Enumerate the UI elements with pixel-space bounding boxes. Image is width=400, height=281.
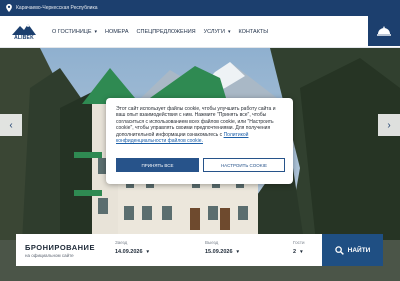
chevron-left-icon: ‹ <box>9 119 13 131</box>
guests-field[interactable]: Гости 2 ▾ <box>293 240 304 255</box>
nav-item-offers[interactable]: Спецпредложения <box>133 29 200 35</box>
nav-item-services[interactable]: Услуги ▾ <box>200 29 235 35</box>
booking-subtitle: на официальном сайте <box>25 252 74 258</box>
checkout-value: 15.09.2026 <box>205 249 233 255</box>
chevron-down-icon: ▾ <box>146 249 150 255</box>
hotel-logo[interactable]: ALIBEK <box>10 18 38 46</box>
nav-item-label: Номера <box>105 28 129 35</box>
checkin-label: Заезд <box>115 240 128 245</box>
checkin-value-row: 14.09.2026 ▾ <box>115 249 149 255</box>
accept-all-button[interactable]: Принять все <box>116 158 199 172</box>
checkout-value-row: 15.09.2026 ▾ <box>205 249 239 255</box>
chevron-down-icon: ▾ <box>227 28 231 35</box>
slider-next-button[interactable]: › <box>378 114 400 136</box>
checkout-label: Выезд <box>205 240 219 245</box>
chevron-down-icon: ▾ <box>94 28 98 35</box>
main-nav: О гостинице ▾ Номера Спецпредложения Усл… <box>48 29 272 35</box>
checkout-field[interactable]: Выезд 15.09.2026 ▾ <box>205 240 239 255</box>
cookie-consent-dialog: Этот сайт использует файлы cookie, чтобы… <box>106 98 293 184</box>
map-pin-icon <box>6 4 12 12</box>
nav-item-label: Контакты <box>238 28 269 35</box>
chevron-right-icon: › <box>387 119 391 131</box>
guests-label: Гости <box>293 240 305 245</box>
service-bell-icon <box>377 26 391 36</box>
checkin-value: 14.09.2026 <box>115 249 143 255</box>
mountain-logo-icon <box>12 23 36 35</box>
cookie-message: Этот сайт использует файлы cookie, чтобы… <box>116 106 276 138</box>
nav-item-label: Услуги <box>203 28 225 35</box>
nav-item-contacts[interactable]: Контакты <box>234 29 272 35</box>
top-info-bar: Карачаево-Черкесская Республика <box>0 0 400 16</box>
checkin-field[interactable]: Заезд 14.09.2026 ▾ <box>115 240 149 255</box>
chevron-down-icon: ▾ <box>300 249 303 255</box>
booking-title-block: Бронирование на официальном сайте <box>16 243 112 258</box>
search-icon <box>334 245 344 255</box>
booking-widget: Бронирование на официальном сайте Заезд … <box>16 234 322 266</box>
reception-button[interactable] <box>368 16 400 46</box>
cookie-text: Этот сайт использует файлы cookie, чтобы… <box>116 106 283 144</box>
find-button-label: Найти <box>347 246 371 254</box>
nav-item-label: Спецпредложения <box>136 28 196 35</box>
chevron-down-icon: ▾ <box>236 249 240 255</box>
guests-value-row: 2 ▾ <box>293 249 304 255</box>
guests-value: 2 <box>293 249 297 255</box>
logo-text: ALIBEK <box>14 34 34 41</box>
nav-item-about[interactable]: О гостинице ▾ <box>48 29 101 35</box>
cookie-buttons: Принять все Настроить cookie <box>116 158 285 172</box>
location-text: Карачаево-Черкесская Республика <box>16 5 98 11</box>
site-header: ALIBEK О гостинице ▾ Номера Спецпредложе… <box>0 16 400 48</box>
nav-item-label: О гостинице <box>52 28 92 35</box>
find-button[interactable]: Найти <box>322 234 383 266</box>
configure-cookies-button[interactable]: Настроить cookie <box>203 158 285 172</box>
booking-title: Бронирование <box>25 242 95 252</box>
nav-item-rooms[interactable]: Номера <box>101 29 132 35</box>
slider-prev-button[interactable]: ‹ <box>0 114 22 136</box>
